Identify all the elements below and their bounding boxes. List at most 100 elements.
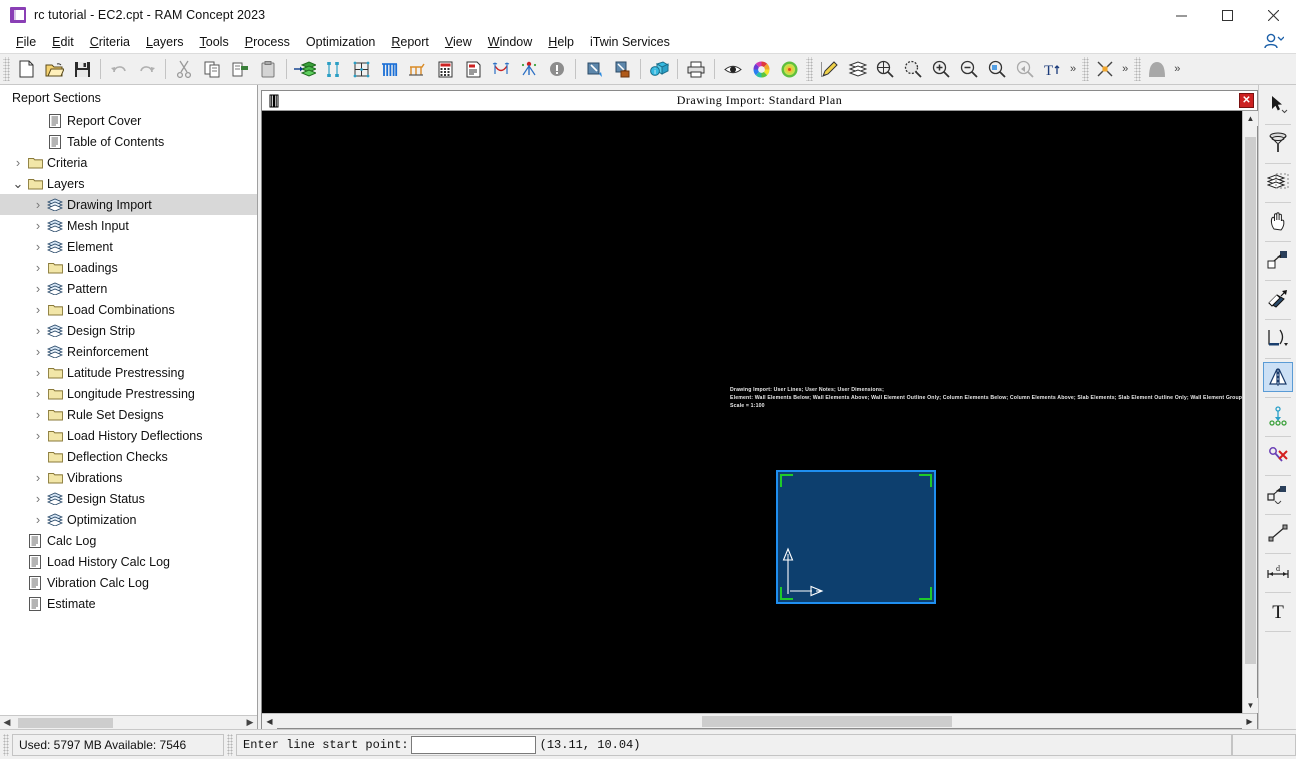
toolbar-overflow-button[interactable]: » bbox=[1119, 63, 1131, 75]
scroll-thumb[interactable] bbox=[18, 718, 113, 728]
sidebar-item-rule-set-designs[interactable]: › Rule Set Designs bbox=[0, 404, 257, 425]
canvas-horizontal-scrollbar[interactable]: ◀ ▶ bbox=[262, 713, 1257, 729]
draw-line-icon[interactable] bbox=[1263, 518, 1293, 548]
design-strip-icon[interactable] bbox=[376, 56, 402, 82]
menu-process[interactable]: Process bbox=[237, 33, 298, 51]
menu-layers[interactable]: Layers bbox=[138, 33, 192, 51]
sidebar-item-vibrations[interactable]: › Vibrations bbox=[0, 467, 257, 488]
scroll-up-arrow[interactable]: ▲ bbox=[1243, 111, 1258, 126]
sidebar-item-deflection-checks[interactable]: Deflection Checks bbox=[0, 446, 257, 467]
menu-tools[interactable]: Tools bbox=[192, 33, 237, 51]
menu-optimization[interactable]: Optimization bbox=[298, 33, 383, 51]
calc-all-icon[interactable] bbox=[432, 56, 458, 82]
minimize-button[interactable] bbox=[1158, 0, 1204, 30]
menu-criteria[interactable]: Criteria bbox=[82, 33, 138, 51]
menu-help[interactable]: Help bbox=[540, 33, 582, 51]
toolbar-grip[interactable] bbox=[1082, 57, 1090, 81]
sidebar-item-estimate[interactable]: Estimate bbox=[0, 593, 257, 614]
chevron-right-icon[interactable]: › bbox=[30, 239, 46, 254]
vertical-scroll-thumb[interactable] bbox=[1245, 137, 1256, 664]
sidebar-item-load-combinations[interactable]: › Load Combinations bbox=[0, 299, 257, 320]
rotate-icon[interactable] bbox=[1263, 284, 1293, 314]
sidebar-item-pattern[interactable]: › Pattern bbox=[0, 278, 257, 299]
toolbar-grip[interactable] bbox=[1134, 57, 1142, 81]
chevron-right-icon[interactable]: › bbox=[30, 386, 46, 401]
zoom-extents-icon[interactable] bbox=[872, 56, 898, 82]
loadings-icon[interactable] bbox=[404, 56, 430, 82]
zoom-out-icon[interactable] bbox=[956, 56, 982, 82]
zoom-previous-icon[interactable] bbox=[1012, 56, 1038, 82]
chevron-right-icon[interactable]: › bbox=[30, 302, 46, 317]
undo-icon[interactable] bbox=[106, 56, 132, 82]
drawing-canvas[interactable]: Drawing Import: User Lines; User Notes; … bbox=[262, 111, 1242, 713]
sidebar-item-reinforcement[interactable]: › Reinforcement bbox=[0, 341, 257, 362]
element-grid-icon[interactable] bbox=[348, 56, 374, 82]
text-size-icon[interactable]: T bbox=[1040, 56, 1066, 82]
zoom-in-icon[interactable] bbox=[928, 56, 954, 82]
dimension-icon[interactable]: d bbox=[1263, 557, 1293, 587]
scale-icon[interactable] bbox=[1263, 479, 1293, 509]
sidebar-item-vibration-calc-log[interactable]: Vibration Calc Log bbox=[0, 572, 257, 593]
mdi-system-icon[interactable] bbox=[266, 92, 286, 110]
panel-horizontal-scrollbar[interactable]: ◀ ▶ bbox=[0, 715, 257, 729]
sidebar-item-table-of-contents[interactable]: Table of Contents bbox=[0, 131, 257, 152]
mesh-input-icon[interactable] bbox=[320, 56, 346, 82]
report-sections-tree[interactable]: Report Cover Table of Contents › Criteria ⌄ L… bbox=[0, 110, 257, 715]
color-wheel-icon[interactable] bbox=[748, 56, 774, 82]
latitude-prestressing-icon[interactable] bbox=[488, 56, 514, 82]
close-button[interactable] bbox=[1250, 0, 1296, 30]
sidebar-item-design-status[interactable]: › Design Status bbox=[0, 488, 257, 509]
slab-outline-shape[interactable] bbox=[776, 470, 936, 604]
mirror-icon[interactable] bbox=[1262, 362, 1293, 392]
sidebar-item-element[interactable]: › Element bbox=[0, 236, 257, 257]
chevron-right-icon[interactable]: › bbox=[30, 512, 46, 527]
drawing-import-icon[interactable] bbox=[292, 56, 318, 82]
menu-itwin-services[interactable]: iTwin Services bbox=[582, 33, 678, 51]
text-tool-icon[interactable]: T bbox=[1263, 596, 1293, 626]
print-icon[interactable] bbox=[683, 56, 709, 82]
snap-point-icon[interactable] bbox=[1263, 401, 1293, 431]
delete-snap-icon[interactable] bbox=[1263, 440, 1293, 470]
user-account-icon[interactable] bbox=[1262, 32, 1285, 50]
scroll-right-arrow[interactable]: ▶ bbox=[243, 717, 257, 728]
chevron-right-icon[interactable]: › bbox=[30, 344, 46, 359]
save-file-icon[interactable] bbox=[69, 56, 95, 82]
info-3d-icon[interactable]: i bbox=[646, 56, 672, 82]
select-window-icon[interactable] bbox=[581, 56, 607, 82]
filter-funnel-icon[interactable] bbox=[1263, 128, 1293, 158]
sidebar-item-mesh-input[interactable]: › Mesh Input bbox=[0, 215, 257, 236]
sidebar-item-latitude-prestressing[interactable]: › Latitude Prestressing bbox=[0, 362, 257, 383]
scroll-right-arrow[interactable]: ▶ bbox=[1242, 714, 1257, 729]
sidebar-item-longitude-prestressing[interactable]: › Longitude Prestressing bbox=[0, 383, 257, 404]
open-file-icon[interactable] bbox=[41, 56, 67, 82]
chevron-right-icon[interactable]: › bbox=[30, 491, 46, 506]
horizontal-scroll-thumb[interactable] bbox=[701, 716, 953, 727]
pencil-ruler-icon[interactable] bbox=[816, 56, 842, 82]
menu-edit[interactable]: Edit bbox=[44, 33, 82, 51]
contour-icon[interactable] bbox=[776, 56, 802, 82]
paste-icon[interactable] bbox=[227, 56, 253, 82]
horizontal-scroll-track[interactable] bbox=[277, 714, 1242, 728]
shape-fill-icon[interactable] bbox=[1144, 56, 1170, 82]
chevron-right-icon[interactable]: › bbox=[30, 197, 46, 212]
sidebar-item-design-strip[interactable]: › Design Strip bbox=[0, 320, 257, 341]
offset-icon[interactable] bbox=[1263, 323, 1293, 353]
toolbar-grip[interactable] bbox=[3, 57, 10, 81]
chevron-right-icon[interactable]: › bbox=[30, 428, 46, 443]
warning-icon[interactable] bbox=[544, 56, 570, 82]
sidebar-item-optimization[interactable]: › Optimization bbox=[0, 509, 257, 530]
move-icon[interactable] bbox=[1263, 245, 1293, 275]
visibility-icon[interactable] bbox=[720, 56, 746, 82]
sidebar-item-criteria[interactable]: › Criteria bbox=[0, 152, 257, 173]
redo-icon[interactable] bbox=[134, 56, 160, 82]
select-stack-icon[interactable] bbox=[1263, 167, 1293, 197]
scroll-left-arrow[interactable]: ◀ bbox=[0, 717, 14, 728]
clipboard-icon[interactable] bbox=[255, 56, 281, 82]
menu-file[interactable]: File bbox=[8, 33, 44, 51]
sidebar-item-drawing-import[interactable]: › Drawing Import bbox=[0, 194, 257, 215]
sidebar-item-loadings[interactable]: › Loadings bbox=[0, 257, 257, 278]
chevron-right-icon[interactable]: › bbox=[30, 407, 46, 422]
menu-report[interactable]: Report bbox=[383, 33, 437, 51]
menu-view[interactable]: View bbox=[437, 33, 480, 51]
chevron-right-icon[interactable]: › bbox=[30, 260, 46, 275]
